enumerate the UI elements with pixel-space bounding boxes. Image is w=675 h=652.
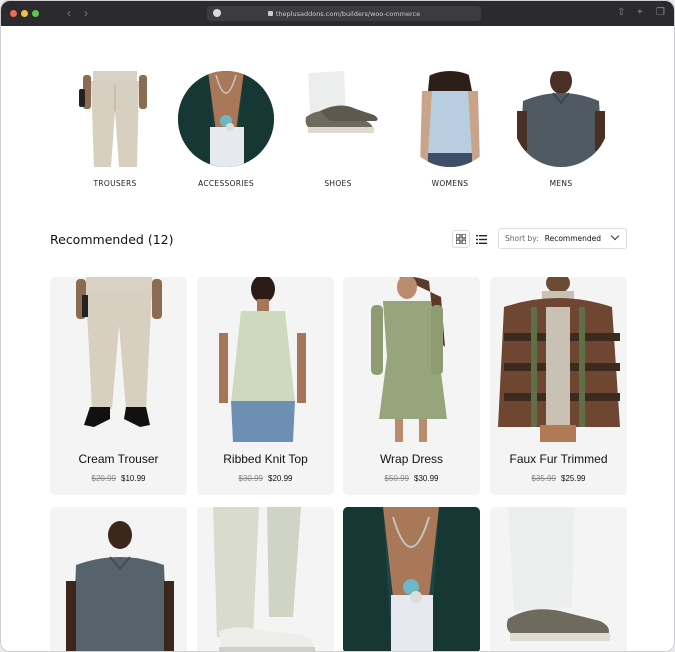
product-card[interactable] <box>50 507 187 651</box>
new-tab-icon[interactable]: + <box>637 7 643 18</box>
browser-window: ‹ › theplusaddons.com/builders/woo-comme… <box>0 0 675 652</box>
sort-dropdown[interactable]: Short by: Recommended <box>498 228 627 249</box>
shop-page: TROUSERS ACCESSORIES SHOES WOMENS MENS R… <box>1 26 674 651</box>
product-image <box>490 277 627 442</box>
product-card[interactable]: Wrap Dress $50.99 $30.99 <box>343 277 480 495</box>
chevron-down-icon <box>610 231 620 241</box>
category-label: SHOES <box>324 179 352 188</box>
category-shoes[interactable]: SHOES <box>288 71 388 188</box>
product-price: $35.99 $25.99 <box>490 474 627 483</box>
old-price: $50.99 <box>384 474 409 483</box>
old-price: $35.99 <box>531 474 556 483</box>
close-window-button[interactable] <box>10 10 17 17</box>
zoom-window-button[interactable] <box>32 10 39 17</box>
old-price: $30.99 <box>238 474 263 483</box>
results-title: Recommended (12) <box>50 232 174 247</box>
category-image <box>290 71 386 167</box>
product-name[interactable]: Ribbed Knit Top <box>197 452 334 466</box>
product-image <box>50 277 187 442</box>
product-card[interactable]: Ribbed Knit Top $30.99 $20.99 <box>197 277 334 495</box>
site-info-icon[interactable] <box>213 9 221 17</box>
product-price: $30.99 $20.99 <box>197 474 334 483</box>
sort-label: Short by: <box>505 234 539 243</box>
product-image <box>343 507 480 651</box>
product-image <box>490 507 627 651</box>
tab-overview-icon[interactable]: ❐ <box>656 7 665 18</box>
product-card[interactable] <box>490 507 627 651</box>
product-card[interactable]: Faux Fur Trimmed $35.99 $25.99 <box>490 277 627 495</box>
sort-value: Recommended <box>544 234 602 243</box>
lock-icon <box>267 11 273 16</box>
product-name[interactable]: Faux Fur Trimmed <box>490 452 627 466</box>
sale-price: $30.99 <box>414 474 439 483</box>
browser-toolbar: ‹ › theplusaddons.com/builders/woo-comme… <box>1 1 674 26</box>
minimize-window-button[interactable] <box>21 10 28 17</box>
product-image <box>197 277 334 442</box>
product-image <box>197 507 334 651</box>
product-card[interactable] <box>343 507 480 651</box>
back-arrow-icon[interactable]: ‹ <box>67 6 71 20</box>
category-mens[interactable]: MENS <box>511 71 611 188</box>
sale-price: $10.99 <box>121 474 146 483</box>
category-label: TROUSERS <box>93 179 137 188</box>
category-womens[interactable]: WOMENS <box>400 71 500 188</box>
product-name[interactable]: Wrap Dress <box>343 452 480 466</box>
old-price: $20.99 <box>91 474 116 483</box>
sale-price: $25.99 <box>561 474 586 483</box>
product-price: $50.99 $30.99 <box>343 474 480 483</box>
sale-price: $20.99 <box>268 474 293 483</box>
category-trousers[interactable]: TROUSERS <box>65 71 165 188</box>
category-label: ACCESSORIES <box>198 179 254 188</box>
product-image <box>50 507 187 651</box>
product-card[interactable] <box>197 507 334 651</box>
address-bar[interactable]: theplusaddons.com/builders/woo-commerce <box>207 6 481 21</box>
product-price: $20.99 $10.99 <box>50 474 187 483</box>
category-image <box>513 71 609 167</box>
product-name[interactable]: Cream Trouser <box>50 452 187 466</box>
category-label: MENS <box>549 179 573 188</box>
product-card[interactable]: Cream Trouser $20.99 $10.99 <box>50 277 187 495</box>
category-image <box>178 71 274 167</box>
grid-icon <box>456 234 466 244</box>
share-icon[interactable]: ⇧ <box>617 7 625 18</box>
grid-view-button[interactable] <box>452 230 470 248</box>
product-image <box>343 277 480 442</box>
forward-arrow-icon[interactable]: › <box>84 6 88 20</box>
category-accessories[interactable]: ACCESSORIES <box>176 71 276 188</box>
category-image <box>402 71 498 167</box>
category-image <box>67 71 163 167</box>
address-bar-url: theplusaddons.com/builders/woo-commerce <box>275 9 421 18</box>
category-label: WOMENS <box>431 179 469 188</box>
list-view-button[interactable] <box>472 230 490 248</box>
list-icon <box>475 234 487 244</box>
